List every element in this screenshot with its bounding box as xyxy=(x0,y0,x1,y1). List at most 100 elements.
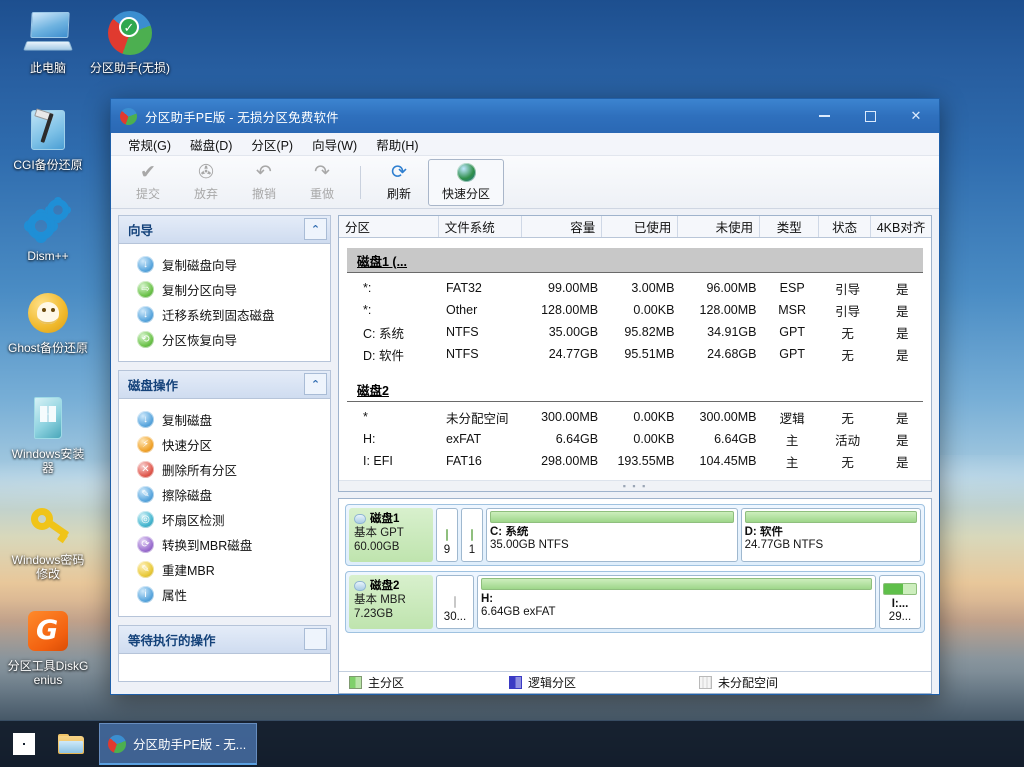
chevron-up-icon[interactable]: ⌃ xyxy=(304,218,327,240)
cell-filesystem: NTFS xyxy=(440,325,524,339)
menu-item-general[interactable]: 常规(G) xyxy=(120,133,182,156)
table-row[interactable]: *: FAT32 99.00MB 3.00MB 96.00MB ESP 引导 是 xyxy=(339,277,931,299)
partition-table-body: 磁盘1 (... *: FAT32 99.00MB 3.00MB 96.00MB… xyxy=(339,238,931,480)
delete-all-partitions-icon: ✕ xyxy=(137,461,154,478)
disk-map-partition[interactable]: D: 软件 24.77GB NTFS xyxy=(741,508,921,562)
sidebar-item-properties[interactable]: i 属性 xyxy=(119,582,330,607)
legend-item-primary: 主分区 xyxy=(349,674,509,691)
disk-map-partition[interactable]: 30... xyxy=(436,575,474,629)
disk-group-header[interactable]: 磁盘1 (... xyxy=(347,248,923,272)
maximize-button[interactable] xyxy=(847,99,893,133)
menu-item-wizard[interactable]: 向导(W) xyxy=(304,133,368,156)
disk-strip-1[interactable]: 磁盘1 基本 GPT 60.00GB 9 1 xyxy=(345,504,925,566)
table-row[interactable]: I: EFI FAT16 298.00MB 193.55MB 104.45MB … xyxy=(339,450,931,472)
properties-icon: i xyxy=(137,586,154,603)
cell-status: 引导 xyxy=(822,279,874,298)
window-titlebar[interactable]: 分区助手PE版 - 无损分区免费软件 ✕ xyxy=(111,99,939,133)
sidebar-item-copy-disk[interactable]: ↓ 复制磁盘 xyxy=(119,407,330,432)
chevron-up-icon[interactable]: ⌃ xyxy=(304,373,327,395)
disk-map-partition[interactable]: I:... 29... xyxy=(879,575,921,629)
sidebar-item-convert-to-mbr[interactable]: ⟳ 转换到MBR磁盘 xyxy=(119,532,330,557)
cell-unused: 96.00MB xyxy=(680,281,762,295)
disk-map-partition[interactable]: C: 系统 35.00GB NTFS xyxy=(486,508,738,562)
disk-ops-panel-title: 磁盘操作 xyxy=(128,375,178,394)
desktop-icon-cgi-backup[interactable]: CGI备份还原 xyxy=(6,105,90,172)
disk-strip-2[interactable]: 磁盘2 基本 MBR 7.23GB 30... H: 6.64GB exFAT xyxy=(345,571,925,633)
sidebar-item-partition-recovery-wizard[interactable]: ⟲ 分区恢复向导 xyxy=(119,327,330,352)
desktop-icon-ghost-backup[interactable]: Ghost备份还原 xyxy=(6,288,90,355)
pending-operations-list[interactable] xyxy=(119,654,330,681)
discard-button[interactable]: ✇ 放弃 xyxy=(177,159,235,206)
column-header-partition[interactable]: 分区 xyxy=(339,216,439,237)
cell-capacity: 35.00GB xyxy=(524,325,604,339)
desktop-icon-label: 此电脑 xyxy=(6,61,90,75)
table-row[interactable]: D: 软件 NTFS 24.77GB 95.51MB 24.68GB GPT 无… xyxy=(339,343,931,365)
cell-partition: C: 系统 xyxy=(339,323,440,342)
sidebar-item-migrate-os[interactable]: ↓ 迁移系统到固态磁盘 xyxy=(119,302,330,327)
redo-icon: ↷ xyxy=(314,162,330,183)
close-button[interactable]: ✕ xyxy=(893,99,939,133)
cell-aligned: 是 xyxy=(874,345,931,364)
commit-button[interactable]: ✔ 提交 xyxy=(119,159,177,206)
desktop-icon-label: Ghost备份还原 xyxy=(6,341,90,355)
column-header-4kb-aligned[interactable]: 4KB对齐 xyxy=(871,216,931,237)
cell-status: 引导 xyxy=(822,301,874,320)
table-row[interactable]: *: Other 128.00MB 0.00KB 128.00MB MSR 引导… xyxy=(339,299,931,321)
sidebar-item-copy-partition-wizard[interactable]: ⇨ 复制分区向导 xyxy=(119,277,330,302)
cell-used: 95.82MB xyxy=(604,325,680,339)
sidebar-item-bad-sector-check[interactable]: ◎ 坏扇区检测 xyxy=(119,507,330,532)
menu-item-partition[interactable]: 分区(P) xyxy=(243,133,304,156)
table-row[interactable]: C: 系统 NTFS 35.00GB 95.82MB 34.91GB GPT 无… xyxy=(339,321,931,343)
column-header-type[interactable]: 类型 xyxy=(760,216,819,237)
close-icon: ✕ xyxy=(911,108,922,124)
refresh-button[interactable]: ⟳ 刷新 xyxy=(370,159,428,206)
sidebar-item-quick-partition[interactable]: ⚡ 快速分区 xyxy=(119,432,330,457)
redo-button[interactable]: ↷ 重做 xyxy=(293,159,351,206)
desktop-icon-dism[interactable]: Dism++ xyxy=(6,196,90,263)
sidebar-item-label: 属性 xyxy=(162,585,187,604)
disk-group-header[interactable]: 磁盘2 xyxy=(347,377,923,401)
cell-partition: D: 软件 xyxy=(339,345,440,364)
windows-start-icon xyxy=(13,733,35,755)
disk-map-partition[interactable]: 9 xyxy=(436,508,458,562)
menu-item-help[interactable]: 帮助(H) xyxy=(368,133,429,156)
desktop-icon-diskgenius[interactable]: G 分区工具DiskGenius xyxy=(6,606,90,687)
column-header-status[interactable]: 状态 xyxy=(819,216,871,237)
column-header-filesystem[interactable]: 文件系统 xyxy=(439,216,523,237)
horizontal-scrollbar[interactable]: ▪ ▪ ▪ xyxy=(339,480,931,491)
disk-map: 磁盘1 基本 GPT 60.00GB 9 1 xyxy=(338,498,932,694)
desktop-icon-computer[interactable]: 此电脑 xyxy=(6,8,90,75)
wizard-panel: 向导 ⌃ ↓ 复制磁盘向导 ⇨ 复制分区向导 ↓ xyxy=(118,215,331,362)
chevron-up-icon[interactable] xyxy=(304,628,327,650)
column-header-used[interactable]: 已使用 xyxy=(602,216,678,237)
disk-map-partition[interactable]: H: 6.64GB exFAT xyxy=(477,575,876,629)
sidebar-item-rebuild-mbr[interactable]: ✎ 重建MBR xyxy=(119,557,330,582)
file-explorer-button[interactable] xyxy=(48,721,94,767)
undo-button[interactable]: ↶ 撤销 xyxy=(235,159,293,206)
table-row[interactable]: H: exFAT 6.64GB 0.00KB 6.64GB 主 活动 是 xyxy=(339,428,931,450)
column-header-unused[interactable]: 未使用 xyxy=(678,216,760,237)
redo-label: 重做 xyxy=(310,185,334,202)
table-row[interactable]: * 未分配空间 300.00MB 0.00KB 300.00MB 逻辑 无 是 xyxy=(339,406,931,428)
disk-map-partition[interactable]: 1 xyxy=(461,508,483,562)
quick-partition-button[interactable]: 快速分区 xyxy=(428,159,504,206)
partition-usage-bar xyxy=(745,511,917,523)
maximize-icon xyxy=(865,111,876,122)
sidebar-item-copy-disk-wizard[interactable]: ↓ 复制磁盘向导 xyxy=(119,252,330,277)
sidebar-item-delete-all-partitions[interactable]: ✕ 删除所有分区 xyxy=(119,457,330,482)
start-button[interactable] xyxy=(0,721,48,767)
partition-sublabel: 35.00GB NTFS xyxy=(490,539,734,552)
cgi-backup-icon xyxy=(23,105,73,155)
desktop-icon-windows-installer[interactable]: Windows安装器 xyxy=(6,394,90,475)
cell-type: GPT xyxy=(762,347,821,361)
column-header-capacity[interactable]: 容量 xyxy=(522,216,602,237)
cell-status: 活动 xyxy=(822,430,874,449)
wizard-panel-body: ↓ 复制磁盘向导 ⇨ 复制分区向导 ↓ 迁移系统到固态磁盘 ⟲ xyxy=(119,244,330,361)
minimize-button[interactable] xyxy=(801,99,847,133)
sidebar-item-wipe-disk[interactable]: ✎ 擦除磁盘 xyxy=(119,482,330,507)
menu-item-disk[interactable]: 磁盘(D) xyxy=(182,133,243,156)
taskbar-item-partition-assistant[interactable]: 分区助手PE版 - 无... xyxy=(99,723,257,765)
desktop-icon-partition-assistant[interactable]: ✓ 分区助手(无损) xyxy=(88,8,172,75)
cell-used: 95.51MB xyxy=(604,347,680,361)
desktop-icon-windows-password[interactable]: Windows密码修改 xyxy=(6,500,90,581)
